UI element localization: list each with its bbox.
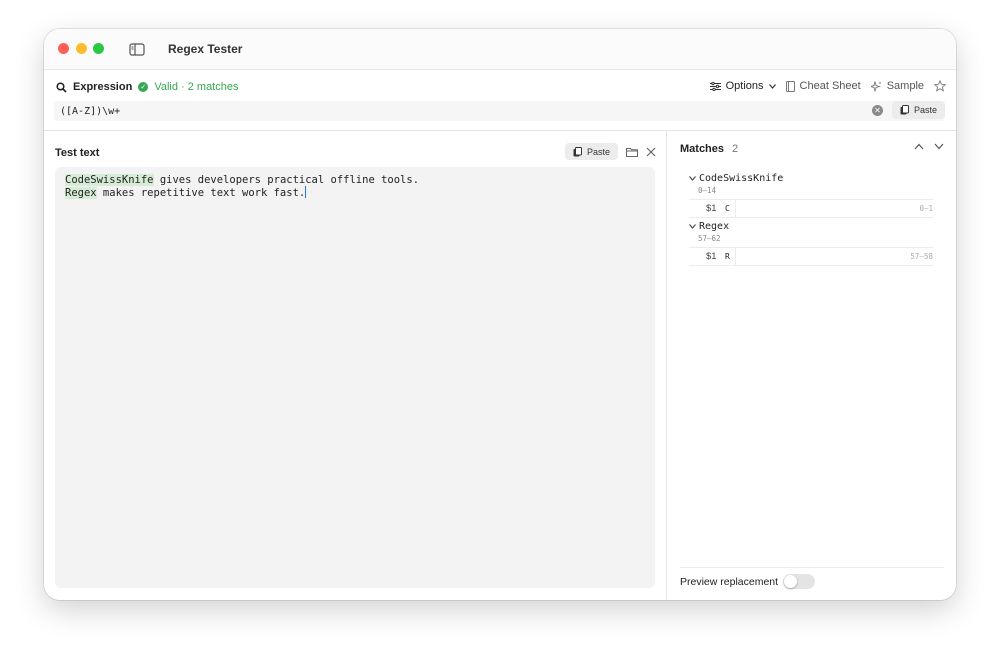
- minimize-window-button[interactable]: [76, 43, 87, 54]
- group-label: $1: [706, 203, 717, 214]
- text-caret: [305, 186, 307, 198]
- app-window: Regex Tester Expression ✓ Valid · 2 matc…: [44, 29, 956, 600]
- sliders-icon: [709, 81, 721, 91]
- validity-status: Valid · 2 matches: [154, 81, 239, 93]
- test-text-title: Test text: [55, 147, 100, 159]
- window-title: Regex Tester: [168, 42, 243, 56]
- group-value: R: [725, 252, 730, 261]
- chevron-down-icon[interactable]: [934, 143, 944, 150]
- match-text: Regex: [699, 221, 730, 232]
- text-line-rest: gives developers practical offline tools…: [153, 174, 420, 186]
- group-range: 0–1: [919, 204, 933, 213]
- search-icon: [56, 81, 67, 93]
- matches-count: 2: [732, 143, 739, 155]
- preview-replacement-row: Preview replacement: [680, 567, 944, 598]
- chevron-down-icon: [768, 83, 776, 89]
- group-divider: [735, 248, 736, 265]
- chevron-up-icon[interactable]: [914, 143, 924, 150]
- sparkles-icon: [870, 80, 882, 92]
- text-line-rest: makes repetitive text work fast.: [96, 187, 306, 199]
- matches-title: Matches: [680, 143, 725, 155]
- paste-label: Paste: [586, 146, 610, 157]
- expression-header: Expression ✓ Valid · 2 matches: [56, 81, 238, 93]
- titlebar: Regex Tester: [44, 29, 956, 70]
- match-name-row[interactable]: CodeSwissKnife: [689, 173, 933, 184]
- sample-button[interactable]: Sample: [870, 80, 924, 92]
- close-window-button[interactable]: [58, 43, 69, 54]
- clear-expression-icon[interactable]: ✕: [872, 105, 883, 116]
- expression-label: Expression: [73, 81, 133, 93]
- match-item[interactable]: CodeSwissKnife 0–14 $1 C 0–1: [689, 173, 933, 218]
- match-highlight: CodeSwissKnife: [65, 174, 154, 186]
- test-text-content[interactable]: CodeSwissKnife gives developers practica…: [65, 174, 419, 199]
- expression-toolbar: Options Cheat Sheet Sample: [709, 80, 946, 92]
- zoom-window-button[interactable]: [93, 43, 104, 54]
- capture-group-row[interactable]: $1 R 57–58: [689, 247, 933, 266]
- options-label: Options: [725, 80, 764, 92]
- folder-icon[interactable]: [626, 147, 638, 157]
- match-highlight: Regex: [65, 187, 97, 199]
- paste-expression-button[interactable]: Paste: [891, 101, 945, 119]
- clipboard-icon: [573, 146, 582, 157]
- group-value: C: [725, 204, 730, 213]
- toggle-knob: [784, 575, 797, 588]
- cheat-sheet-label: Cheat Sheet: [799, 80, 861, 92]
- options-menu[interactable]: Options: [709, 80, 776, 92]
- test-text-editor[interactable]: CodeSwissKnife gives developers practica…: [55, 167, 655, 588]
- chevron-down-icon[interactable]: [689, 176, 696, 181]
- match-range: 57–62: [698, 234, 721, 243]
- preview-replacement-label: Preview replacement: [680, 576, 779, 588]
- match-text: CodeSwissKnife: [699, 173, 784, 184]
- group-range: 57–58: [910, 252, 933, 261]
- star-icon[interactable]: [934, 80, 946, 92]
- chevron-down-icon[interactable]: [689, 224, 696, 229]
- group-divider: [735, 200, 736, 217]
- paste-test-text-button[interactable]: Paste: [564, 143, 618, 160]
- clipboard-icon: [900, 105, 909, 115]
- book-icon: [785, 80, 795, 92]
- matches-pane: Matches 2 CodeSwissKnife 0–14 $1 C 0–1 R: [667, 131, 956, 600]
- sample-label: Sample: [886, 80, 924, 92]
- capture-group-row[interactable]: $1 C 0–1: [689, 199, 933, 218]
- expression-value[interactable]: ([A-Z])\w+: [60, 106, 120, 117]
- match-name-row[interactable]: Regex: [689, 221, 933, 232]
- expression-input[interactable]: ([A-Z])\w+ ✕ Paste: [54, 101, 945, 121]
- paste-label: Paste: [913, 105, 937, 115]
- match-item[interactable]: Regex 57–62 $1 R 57–58: [689, 221, 933, 266]
- sidebar-toggle-icon[interactable]: [126, 38, 148, 60]
- matches-header: Matches 2: [680, 143, 738, 155]
- cheat-sheet-button[interactable]: Cheat Sheet: [785, 80, 861, 92]
- match-range: 0–14: [698, 186, 717, 195]
- test-text-pane: Test text Paste CodeSwissKnife gives dev…: [44, 131, 666, 600]
- preview-replacement-toggle[interactable]: [783, 574, 815, 589]
- test-text-tools: Paste: [564, 143, 656, 160]
- match-navigation: [914, 143, 944, 150]
- expression-bar: Expression ✓ Valid · 2 matches Options C…: [44, 70, 956, 131]
- checkmark-icon: ✓: [138, 82, 149, 92]
- close-icon[interactable]: [646, 147, 656, 157]
- group-label: $1: [706, 251, 717, 262]
